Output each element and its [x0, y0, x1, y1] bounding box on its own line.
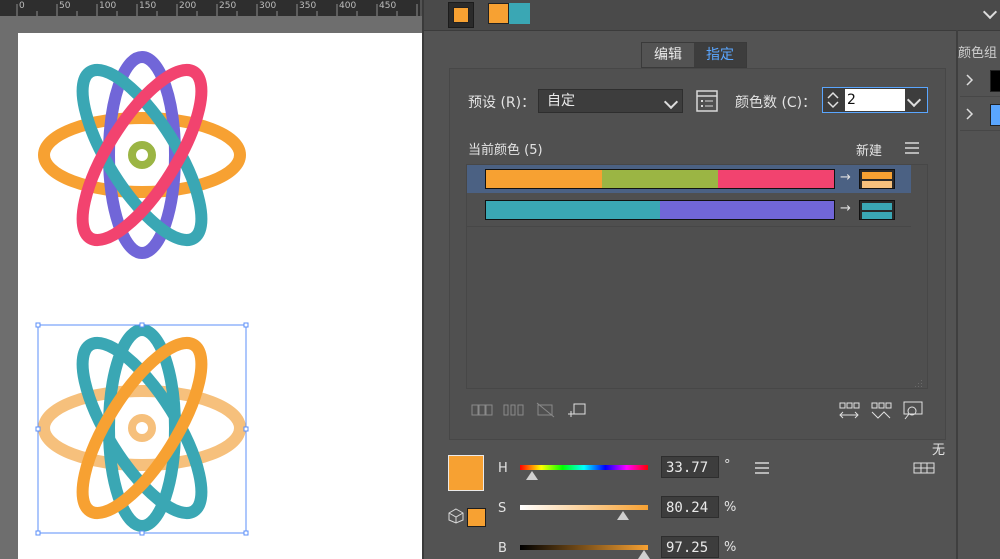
find-icon[interactable]	[902, 401, 924, 421]
color-group-swatch[interactable]	[488, 3, 530, 24]
new-color-swatch-1[interactable]	[859, 169, 895, 189]
ruler-label: 250	[219, 1, 237, 11]
web-safe-swatch[interactable]	[467, 508, 486, 527]
color-count-label: 颜色数 (C)：	[735, 95, 817, 111]
color-count-stepper[interactable]: 2	[822, 87, 928, 113]
current-colors-label: 当前颜色 (5)	[468, 143, 543, 158]
color-options-icon[interactable]	[696, 90, 718, 112]
new-row-icon[interactable]	[567, 402, 587, 418]
brightness-unit: %	[724, 540, 737, 555]
swatch-teal	[509, 3, 530, 24]
color-count-input[interactable]: 2	[845, 89, 905, 111]
spinner-icon[interactable]	[826, 90, 840, 110]
ruler-label: 300	[259, 1, 277, 11]
saturation-slider-thumb[interactable]	[616, 511, 629, 520]
color-group-row[interactable]	[960, 98, 1000, 131]
new-colors-label: 新建	[856, 144, 883, 159]
merge-icon[interactable]	[471, 403, 493, 417]
separate-icon[interactable]	[503, 403, 525, 417]
color-mode-icon[interactable]	[913, 461, 935, 475]
arrow-right-icon[interactable]: →	[840, 170, 851, 185]
ruler-label: 0	[19, 1, 25, 11]
arrow-right-icon[interactable]: →	[840, 201, 851, 216]
current-color-bar-1[interactable]	[485, 169, 835, 189]
new-color-bottom	[862, 212, 892, 219]
brightness-slider[interactable]	[520, 545, 648, 550]
atom-graphic-original[interactable]	[30, 45, 255, 265]
color-segment-orange[interactable]	[486, 170, 602, 188]
group-swatch-blue	[990, 104, 1000, 126]
new-color-top	[862, 203, 892, 210]
active-color-swatch[interactable]	[448, 2, 474, 28]
color-groups-title: 颜色组	[958, 46, 998, 61]
hue-slider[interactable]	[520, 465, 648, 470]
chevron-down-icon	[663, 94, 679, 110]
ruler-label: 200	[179, 1, 197, 11]
atom-graphic-recolored[interactable]	[30, 318, 255, 543]
horizontal-ruler: 0 50 100 150 200 250 300 350 400 450	[0, 0, 420, 16]
new-color-top	[862, 172, 892, 179]
color-group-row[interactable]	[960, 64, 1000, 97]
randomize-order-icon[interactable]	[838, 402, 860, 420]
preset-select[interactable]: 自定	[538, 89, 683, 113]
new-color-swatch-2[interactable]	[859, 200, 895, 220]
tab-assign[interactable]: 指定	[694, 43, 746, 67]
saturation-slider[interactable]	[520, 505, 648, 510]
tab-edit[interactable]: 编辑	[642, 43, 694, 67]
preset-value: 自定	[547, 93, 575, 109]
cube-icon[interactable]	[448, 508, 464, 524]
randomize-saturation-icon[interactable]	[870, 402, 892, 420]
color-segment-purple[interactable]	[660, 201, 834, 219]
color-groups-divider	[956, 30, 958, 559]
ruler-label: 400	[339, 1, 357, 11]
hue-slider-thumb[interactable]	[526, 471, 538, 480]
chevron-right-icon[interactable]	[966, 74, 974, 86]
brightness-slider-thumb[interactable]	[638, 550, 651, 559]
ruler-label: 50	[59, 1, 71, 11]
exclude-icon[interactable]	[536, 402, 556, 418]
chevron-right-icon[interactable]	[966, 108, 974, 120]
chevron-down-icon[interactable]	[906, 92, 922, 108]
menu-icon[interactable]	[905, 142, 919, 154]
color-segment-pink[interactable]	[718, 170, 834, 188]
brightness-input[interactable]: 97.25	[661, 536, 719, 558]
ruler-label: 350	[299, 1, 317, 11]
saturation-unit: %	[724, 500, 737, 515]
resize-grip-icon[interactable]	[913, 378, 923, 388]
ruler-label: 100	[99, 1, 117, 11]
new-color-bottom	[862, 181, 892, 188]
brightness-label: B	[498, 541, 507, 556]
color-segment-green[interactable]	[602, 170, 718, 188]
none-label: 无	[932, 443, 946, 458]
preset-label: 预设 (R)：	[468, 95, 536, 111]
menu-icon[interactable]	[755, 462, 769, 474]
current-fill-swatch[interactable]	[448, 455, 484, 491]
current-color-bar-2[interactable]	[485, 200, 835, 220]
swatch-orange	[488, 3, 509, 24]
saturation-input[interactable]: 80.24	[661, 496, 719, 518]
selection-bounding-box	[37, 324, 247, 534]
active-color-fill	[453, 7, 469, 23]
group-swatch-black	[990, 70, 1000, 92]
ruler-label: 450	[379, 1, 397, 11]
color-segment-teal[interactable]	[486, 201, 660, 219]
mode-tabs: 编辑 指定	[641, 42, 747, 68]
ruler-label: 150	[139, 1, 157, 11]
hue-label: H	[498, 461, 508, 476]
saturation-label: S	[498, 501, 507, 516]
hue-unit: °	[724, 458, 731, 473]
hue-input[interactable]: 33.77	[661, 456, 719, 478]
